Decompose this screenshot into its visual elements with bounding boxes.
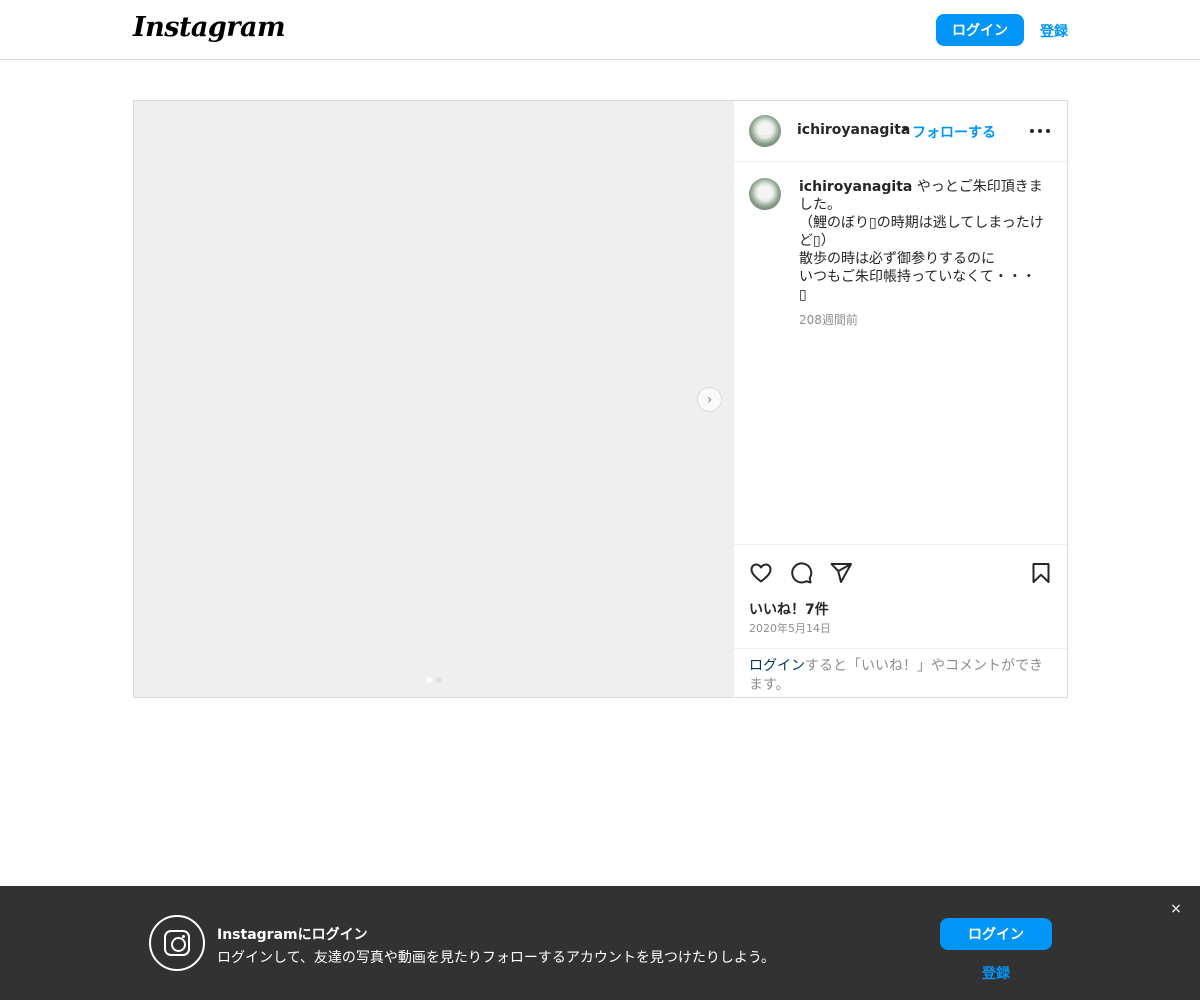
caption-timestamp[interactable]: 208週間前 (799, 311, 858, 328)
post-date[interactable]: 2020年5月14日 (749, 620, 831, 636)
instagram-logo[interactable]: Instagram (133, 12, 286, 43)
instagram-icon (149, 915, 205, 971)
carousel-dot-active (426, 677, 432, 683)
banner-title: Instagramにログイン (217, 927, 368, 943)
heart-icon[interactable] (748, 560, 774, 586)
share-icon[interactable] (828, 560, 854, 586)
close-icon[interactable]: × (1168, 901, 1184, 917)
login-prompt: ログインすると「いいね！」やコメントができます。 (734, 648, 1067, 698)
likes-count[interactable]: いいね！7件 (749, 599, 829, 619)
login-link[interactable]: ログイン (749, 658, 805, 674)
post-header: ichiroyanagita • フォローする (734, 101, 1067, 162)
bookmark-icon[interactable] (1028, 560, 1054, 586)
nav-login-button[interactable]: ログイン (936, 14, 1024, 46)
post-username[interactable]: ichiroyanagita (797, 122, 910, 138)
avatar[interactable] (749, 115, 781, 147)
banner-signup-link[interactable]: 登録 (940, 963, 1052, 983)
comment-icon[interactable] (788, 560, 814, 586)
post-card: › ichiroyanagita • フォローする ichiroyanagita… (133, 100, 1068, 698)
caption-username[interactable]: ichiroyanagita (799, 179, 912, 195)
more-icon[interactable] (1030, 123, 1050, 139)
separator-dot: • (901, 122, 910, 138)
follow-button[interactable]: フォローする (912, 122, 996, 142)
carousel-dot (436, 677, 442, 683)
post-media[interactable]: › (134, 101, 734, 697)
top-nav: Instagram ログイン 登録 (0, 0, 1200, 60)
caption-text: ichiroyanagita やっとご朱印頂きました。 （鯉のぼり▯の時期は逃し… (799, 178, 1044, 304)
caption-avatar[interactable] (749, 178, 781, 210)
banner-login-button[interactable]: ログイン (940, 918, 1052, 950)
banner-subtitle: ログインして、友達の写真や動画を見たりフォローするアカウントを見つけたりしよう。 (217, 950, 776, 966)
post-sidebar: ichiroyanagita • フォローする ichiroyanagita や… (734, 101, 1067, 697)
caption-area: ichiroyanagita やっとご朱印頂きました。 （鯉のぼり▯の時期は逃し… (734, 163, 1067, 545)
nav-signup-link[interactable]: 登録 (1040, 21, 1068, 41)
action-bar (734, 546, 1067, 596)
carousel-dots (426, 677, 442, 683)
chevron-right-icon[interactable]: › (697, 387, 722, 412)
caption-body: やっとご朱印頂きました。 （鯉のぼり▯の時期は逃してしまったけど▯） 散歩の時は… (799, 179, 1044, 303)
login-banner: Instagramにログイン ログインして、友達の写真や動画を見たりフォローする… (0, 886, 1200, 1000)
